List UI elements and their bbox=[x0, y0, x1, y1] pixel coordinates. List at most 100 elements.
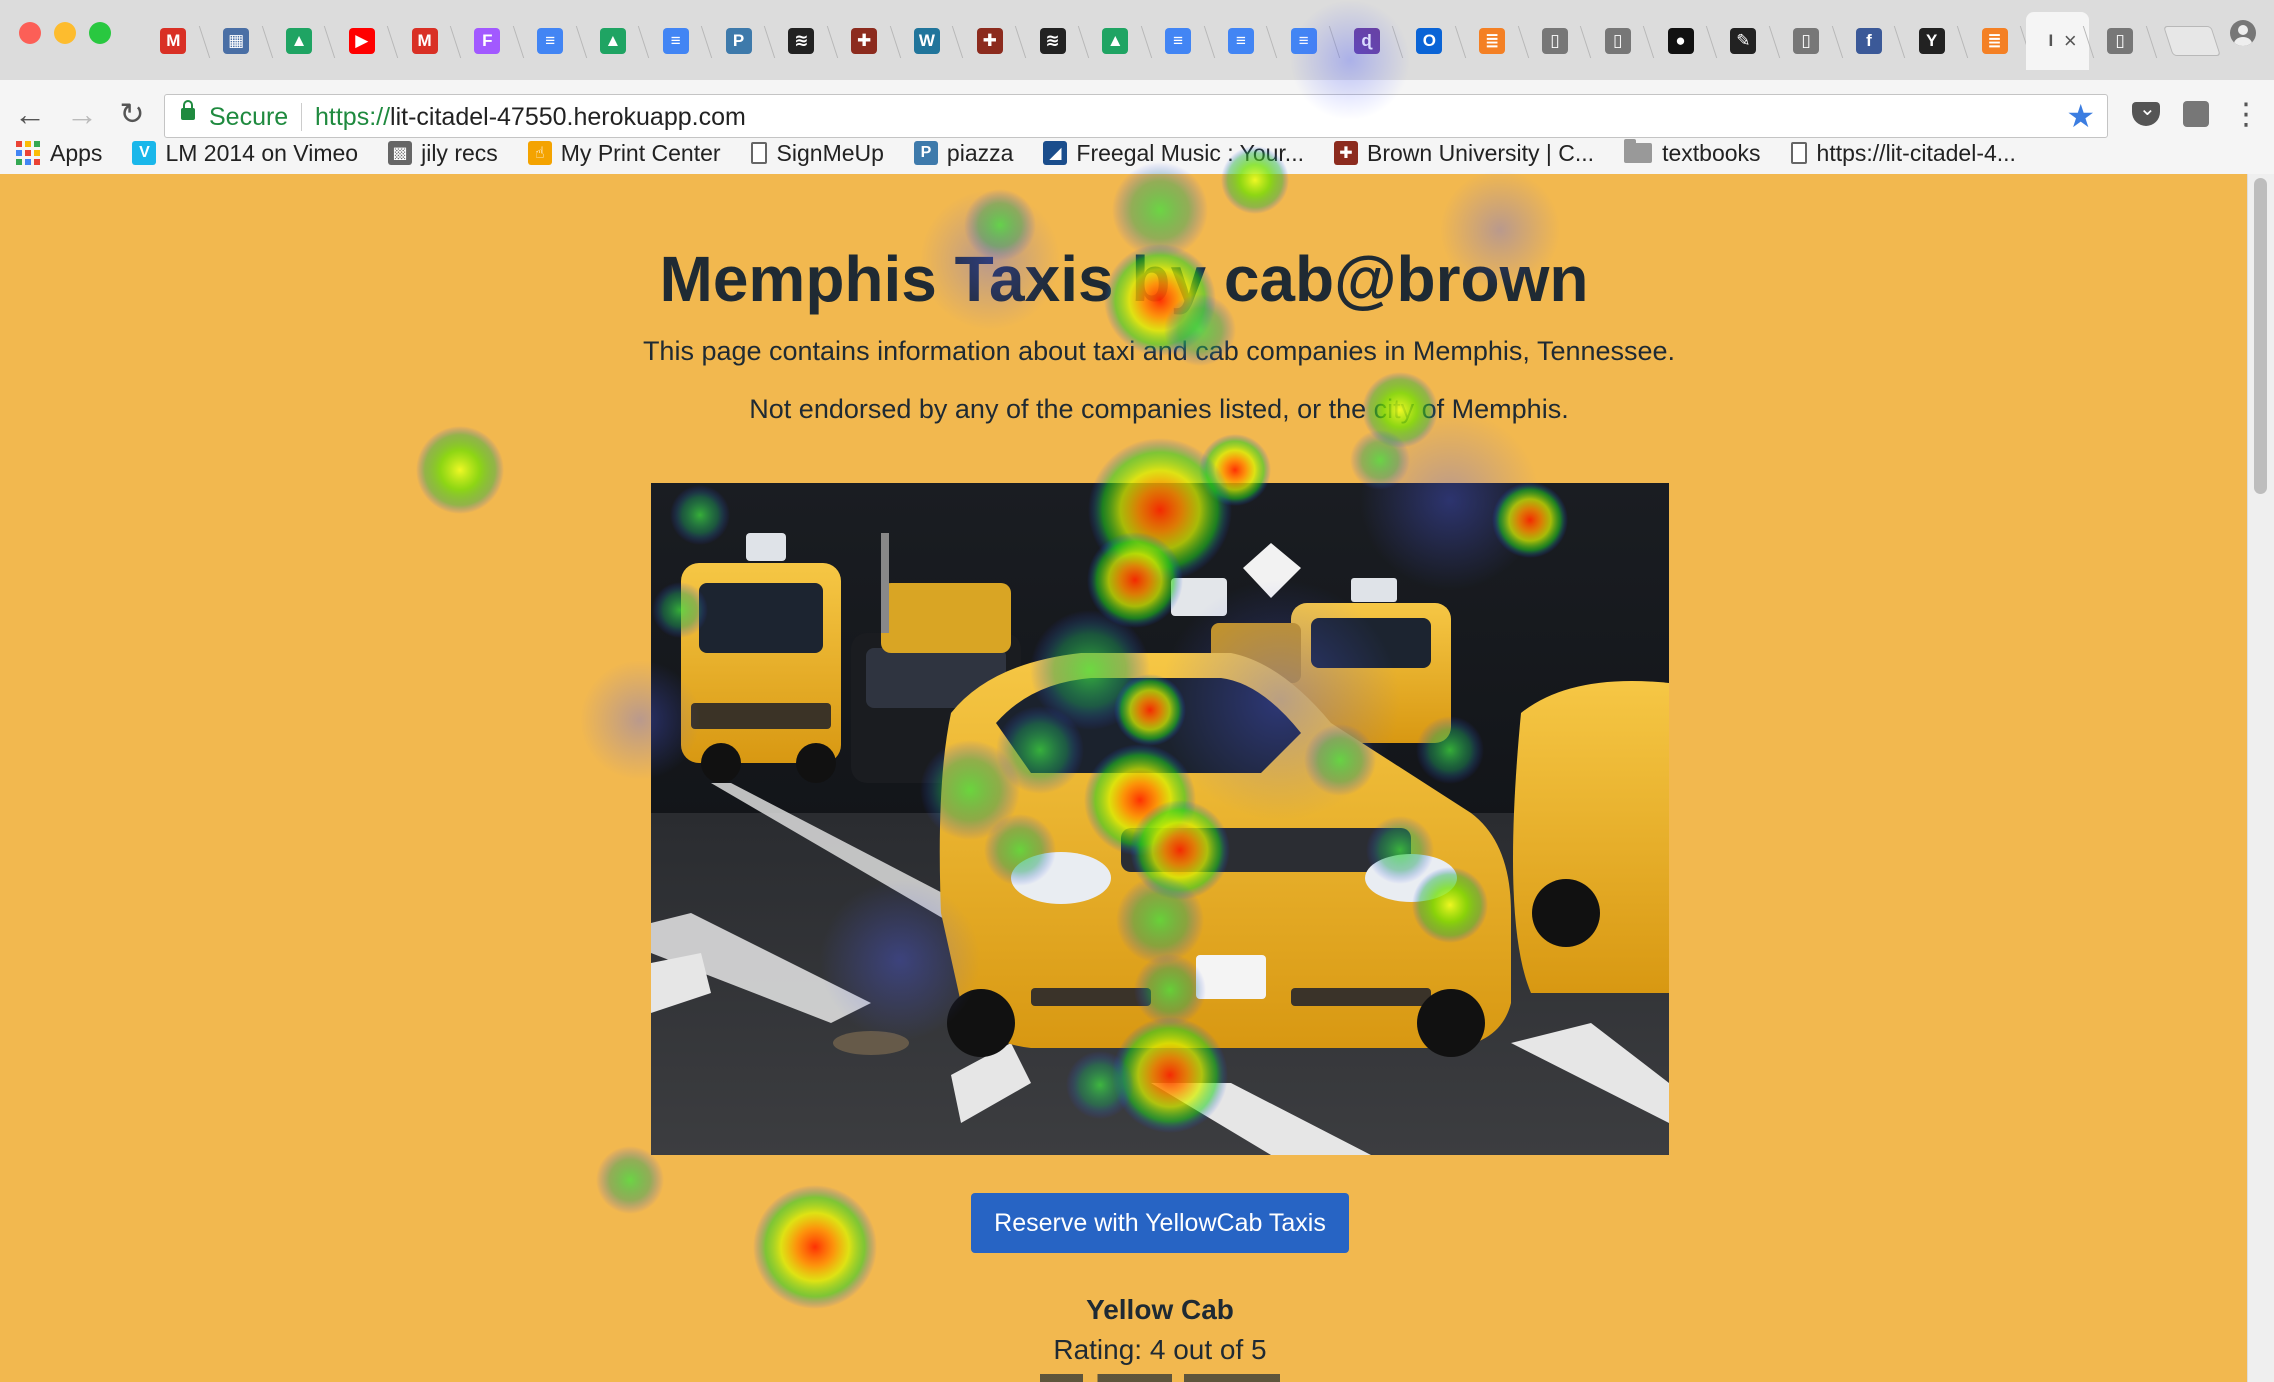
reload-icon[interactable]: ↻ bbox=[112, 94, 152, 134]
google-docs-icon: ≡ bbox=[1290, 28, 1317, 54]
page-content: Memphis Taxis by cab@brown This page con… bbox=[0, 174, 2274, 1382]
browser-tab[interactable]: ≡ bbox=[1272, 12, 1335, 70]
bookmark-apps[interactable]: Apps bbox=[0, 130, 116, 176]
google-drive-icon: ▲ bbox=[599, 28, 626, 54]
extension-icon[interactable] bbox=[2178, 96, 2214, 132]
browser-tab[interactable]: ▶ bbox=[330, 12, 393, 70]
reserve-yellowcab-button[interactable]: Reserve with YellowCab Taxis bbox=[971, 1193, 1349, 1253]
page-scrollbar[interactable] bbox=[2247, 174, 2274, 1382]
bookmark-freegal[interactable]: ◢ Freegal Music : Your... bbox=[1027, 130, 1318, 176]
browser-tab[interactable]: W bbox=[896, 12, 959, 70]
menu-kebab-icon[interactable]: ⋮ bbox=[2228, 96, 2264, 132]
facebook-icon: f bbox=[1855, 28, 1882, 54]
browser-tab[interactable]: ▯ bbox=[1775, 12, 1838, 70]
browser-tab[interactable]: M bbox=[393, 12, 456, 70]
page-icon: ▯ bbox=[1541, 28, 1568, 54]
dictionary-icon: ɖ bbox=[1353, 28, 1380, 54]
bookmark-star-icon[interactable]: ★ bbox=[2066, 97, 2095, 135]
browser-tab[interactable]: O bbox=[1398, 12, 1461, 70]
browser-tab[interactable]: F bbox=[456, 12, 519, 70]
ycombinator-icon: Y bbox=[1918, 28, 1945, 54]
tab-close-icon[interactable]: × bbox=[2064, 28, 2077, 54]
vimeo-icon: V bbox=[132, 141, 157, 165]
tab-strip: M ▦ ▲ ▶ M F ≡ ▲ ≡ P ≋ ✚ W ✚ ≋ ▲ ≡ ≡ ≡ ɖ O ≣ ▯ ▯ ● ✎ ▯ f Y ≣ I × ▯ bbox=[0, 0, 2274, 81]
browser-tab[interactable]: ✎ bbox=[1712, 12, 1775, 70]
active-tab-icon: I bbox=[2048, 31, 2054, 50]
bookmark-label: Apps bbox=[50, 139, 103, 166]
browser-tab[interactable]: ✚ bbox=[958, 12, 1021, 70]
profile-icon[interactable] bbox=[2230, 20, 2256, 46]
bookmark-brown[interactable]: ✚ Brown University | C... bbox=[1318, 130, 1608, 176]
bookmark-label: textbooks bbox=[1662, 139, 1761, 166]
browser-tab[interactable]: ≋ bbox=[770, 12, 833, 70]
browser-tab[interactable]: ▲ bbox=[1084, 12, 1147, 70]
stackoverflow-icon: ≣ bbox=[1981, 28, 2008, 54]
piazza-icon: P bbox=[725, 28, 752, 54]
back-arrow-icon[interactable]: ← bbox=[10, 94, 50, 134]
minimize-window-button[interactable] bbox=[54, 22, 76, 44]
hand-icon: ☝ bbox=[527, 141, 552, 165]
bookmark-jily[interactable]: ▩ jily recs bbox=[372, 130, 512, 176]
bookmark-label: https://lit-citadel-4... bbox=[1816, 139, 2016, 166]
browser-tab[interactable]: M bbox=[142, 12, 205, 70]
forward-arrow-icon[interactable]: → bbox=[62, 94, 102, 134]
image-icon: ▩ bbox=[388, 141, 413, 165]
browser-tab[interactable]: ▦ bbox=[205, 12, 268, 70]
new-tab-button[interactable] bbox=[2163, 26, 2221, 56]
google-docs-icon: ≡ bbox=[537, 28, 564, 54]
url-text[interactable]: https://lit-citadel-47550.herokuapp.com bbox=[315, 103, 746, 132]
bookmark-label: My Print Center bbox=[560, 139, 721, 166]
bookmark-signmeup[interactable]: SignMeUp bbox=[735, 130, 898, 176]
page-disclaimer: Not endorsed by any of the companies lis… bbox=[749, 394, 1569, 424]
bookmark-print[interactable]: ☝ My Print Center bbox=[512, 130, 735, 176]
bookmark-citadel[interactable]: https://lit-citadel-4... bbox=[1775, 130, 2030, 176]
page-icon bbox=[1790, 142, 1807, 164]
google-docs-icon: ≡ bbox=[662, 28, 689, 54]
browser-tab[interactable]: ≣ bbox=[1461, 12, 1524, 70]
bookmark-label: jily recs bbox=[421, 139, 498, 166]
pocket-extension-icon[interactable] bbox=[2128, 96, 2164, 132]
browser-tab[interactable]: ≡ bbox=[1147, 12, 1210, 70]
bookmark-textbooks[interactable]: textbooks bbox=[1608, 130, 1774, 176]
close-window-button[interactable] bbox=[19, 22, 41, 44]
apps-icon bbox=[16, 141, 40, 165]
browser-tab[interactable]: I × bbox=[2025, 12, 2089, 70]
browser-tab[interactable]: ▯ bbox=[1586, 12, 1649, 70]
browser-tab[interactable]: Y bbox=[1900, 12, 1963, 70]
browser-tab[interactable]: ● bbox=[1649, 12, 1712, 70]
bookmark-vimeo[interactable]: V LM 2014 on Vimeo bbox=[116, 130, 372, 176]
browser-tab[interactable]: ɖ bbox=[1335, 12, 1398, 70]
google-docs-icon: ≡ bbox=[1227, 28, 1254, 54]
browser-tab[interactable]: P bbox=[707, 12, 770, 70]
outlook-icon: O bbox=[1416, 28, 1443, 54]
browser-tab[interactable]: ≡ bbox=[644, 12, 707, 70]
browser-tab[interactable]: ✚ bbox=[833, 12, 896, 70]
company-name: Yellow Cab bbox=[1086, 1294, 1234, 1325]
browser-tab[interactable]: ▲ bbox=[268, 12, 331, 70]
browser-tab[interactable]: ≡ bbox=[1210, 12, 1273, 70]
browser-tab[interactable]: ≋ bbox=[1021, 12, 1084, 70]
clipped-text-line bbox=[1040, 1374, 1280, 1382]
bookmark-piazza[interactable]: Ppiazza bbox=[898, 130, 1027, 176]
stripes-icon: ≋ bbox=[788, 28, 815, 54]
youtube-icon: ▶ bbox=[348, 28, 375, 54]
gmail-icon: M bbox=[160, 28, 187, 54]
stripes-icon: ≋ bbox=[1039, 28, 1066, 54]
google-drive-icon: ▲ bbox=[1102, 28, 1129, 54]
lock-icon bbox=[181, 100, 195, 120]
browser-tab[interactable]: ≣ bbox=[1963, 12, 2026, 70]
browser-tab[interactable]: f bbox=[1838, 12, 1901, 70]
browser-tab[interactable]: ▯ bbox=[1524, 12, 1587, 70]
fullscreen-window-button[interactable] bbox=[89, 22, 111, 44]
secure-label: Secure bbox=[209, 103, 289, 131]
gmail-icon: M bbox=[411, 28, 438, 54]
browser-tab[interactable]: ▲ bbox=[582, 12, 645, 70]
bookmark-label: Freegal Music : Your... bbox=[1076, 139, 1304, 166]
scrollbar-thumb[interactable] bbox=[2254, 178, 2267, 494]
wordpress-icon: W bbox=[913, 28, 940, 54]
bookmark-label: LM 2014 on Vimeo bbox=[165, 139, 359, 166]
stackoverflow-icon: ≣ bbox=[1479, 28, 1506, 54]
url-separator bbox=[301, 103, 302, 131]
browser-tab[interactable]: ▯ bbox=[2089, 12, 2152, 70]
browser-tab[interactable]: ≡ bbox=[519, 12, 582, 70]
